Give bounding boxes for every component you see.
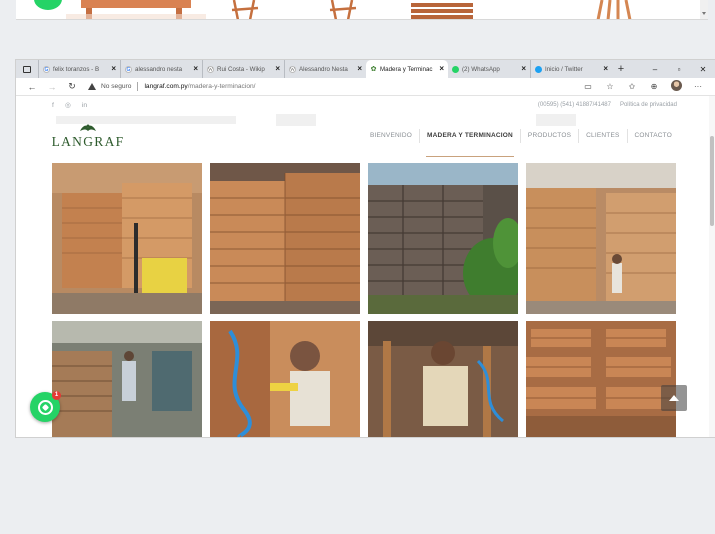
toolbar-icons: ▭ ☆ ✩ ⊕ ··· <box>577 80 709 93</box>
tab-whatsapp[interactable]: (2) WhatsApp × <box>448 60 530 78</box>
gallery-photo-worker-air-tool[interactable] <box>210 321 360 437</box>
plus-icon: + <box>617 63 625 75</box>
tab-title: felix toranzos - B <box>53 65 100 73</box>
whatsapp-chat-button[interactable]: 1 <box>30 391 61 422</box>
facebook-icon[interactable]: f <box>52 102 54 109</box>
browser-window: G felix toranzos - B × G alessandro nest… <box>16 60 715 437</box>
chair-image-fragment <box>329 0 357 19</box>
tab-actions-button[interactable] <box>16 60 38 78</box>
close-icon[interactable]: × <box>111 65 116 73</box>
url-host: langraf.com.py <box>144 83 188 90</box>
google-icon: G <box>43 65 50 73</box>
tab-strip: G felix toranzos - B × G alessandro nest… <box>16 60 715 78</box>
linkedin-icon[interactable]: in <box>82 102 87 109</box>
tab-title: Alessandro Nesta <box>299 65 348 73</box>
tab-title: alessandro nesta <box>135 65 183 73</box>
wikipedia-icon: W <box>289 65 296 73</box>
minimize-button[interactable]: – <box>643 60 667 78</box>
scroll-to-top-button[interactable] <box>661 385 687 411</box>
close-icon[interactable]: × <box>275 65 280 73</box>
close-window-button[interactable]: ✕ <box>691 60 715 78</box>
close-icon[interactable]: × <box>439 65 444 73</box>
menu-item-contacto[interactable]: CONTACTO <box>626 129 679 143</box>
profile-icon <box>670 80 682 91</box>
tab-alessandro-nesta-search[interactable]: G alessandro nesta × <box>120 60 202 78</box>
menu-item-clientes[interactable]: CLIENTES <box>578 129 626 143</box>
scrollbar-thumb[interactable] <box>710 136 714 226</box>
profile-button[interactable] <box>665 80 687 93</box>
whatsapp-icon <box>37 399 53 415</box>
url-path: /madera-y-terminacion/ <box>187 83 256 90</box>
forward-button[interactable]: → <box>42 82 62 92</box>
collections-icon[interactable]: ⊕ <box>643 82 665 91</box>
gallery-photo-lumber-worker[interactable] <box>526 163 676 314</box>
tab-felix-toranzos[interactable]: G felix toranzos - B × <box>38 60 120 78</box>
tab-title: (2) WhatsApp <box>462 65 500 73</box>
phone-number: (00595) (541) 41887/41487 <box>537 102 611 108</box>
window-controls: – ▫ ✕ <box>643 60 715 78</box>
twitter-icon <box>535 65 542 73</box>
previous-page-strip <box>16 0 708 20</box>
gallery-photo-chair-assembly[interactable] <box>368 321 518 437</box>
tab-madera-y-terminacion[interactable]: ✿ Madera y Terminac × <box>366 60 448 78</box>
maximize-button[interactable]: ▫ <box>667 60 691 78</box>
close-icon[interactable]: × <box>603 65 608 73</box>
gallery-photo-lumber-forklift[interactable] <box>52 163 202 314</box>
site-header: LANGRAF BIENVENIDO MADERA Y TERMINACION … <box>16 114 715 158</box>
tab-title: Rui Costa - Wikip <box>217 65 265 73</box>
tab-title: Inicio / Twitter <box>545 65 583 73</box>
google-icon: G <box>125 65 132 73</box>
refresh-button[interactable]: ↻ <box>62 81 82 92</box>
notification-badge: 1 <box>52 391 61 400</box>
table-image-fragment <box>66 0 206 19</box>
bench-image-fragment <box>411 3 473 19</box>
gallery-photo-wooden-pallets[interactable] <box>368 163 518 314</box>
scroll-down-arrow[interactable] <box>700 0 708 19</box>
tab-alessandro-nesta-wiki[interactable]: W Alessandro Nesta × <box>284 60 366 78</box>
more-icon[interactable]: ··· <box>687 82 709 91</box>
site-topbar: f ◎ in (00595) (541) 41887/41487 Polític… <box>16 96 715 114</box>
new-tab-button[interactable]: + <box>612 60 630 78</box>
security-label[interactable]: No seguro <box>101 83 131 90</box>
langraf-icon: ✿ <box>370 65 377 73</box>
privacy-link[interactable]: Política de privacidad <box>620 102 677 108</box>
tab-rui-costa[interactable]: W Rui Costa - Wikip × <box>202 60 284 78</box>
instagram-icon[interactable]: ◎ <box>65 101 71 109</box>
whatsapp-icon <box>34 0 62 10</box>
favorites-list-icon[interactable]: ✩ <box>621 82 643 91</box>
reader-icon[interactable]: ▭ <box>577 82 599 91</box>
menu-item-bienvenido[interactable]: BIENVENIDO <box>363 129 419 143</box>
menu-item-madera-y-terminacion[interactable]: MADERA Y TERMINACION <box>419 129 520 157</box>
tab-actions-icon <box>23 65 31 73</box>
close-icon[interactable]: × <box>193 65 198 73</box>
gallery-photo-finished-tables[interactable] <box>526 321 676 437</box>
whatsapp-icon <box>452 65 459 73</box>
close-icon[interactable]: × <box>521 65 526 73</box>
back-button[interactable]: ← <box>22 82 42 92</box>
gallery-photo-workshop-shelves[interactable] <box>52 321 202 437</box>
close-icon[interactable]: × <box>357 65 362 73</box>
page-scrollbar[interactable] <box>709 96 715 437</box>
gallery-photo-lumber-warehouse[interactable] <box>210 163 360 314</box>
browser-toolbar: ← → ↻ No seguro langraf.com.py/madera-y-… <box>16 78 715 96</box>
warning-icon <box>88 83 96 90</box>
tab-title: Madera y Terminac <box>380 65 433 73</box>
main-menu: BIENVENIDO MADERA Y TERMINACION PRODUCTO… <box>363 129 679 157</box>
header-ghost-overlay <box>56 114 576 126</box>
wikipedia-icon: W <box>207 65 214 73</box>
web-page: f ◎ in (00595) (541) 41887/41487 Polític… <box>16 96 715 437</box>
logo-text: LANGRAF <box>51 133 125 149</box>
tab-twitter[interactable]: Inicio / Twitter × <box>530 60 612 78</box>
menu-item-productos[interactable]: PRODUCTOS <box>519 129 578 143</box>
address-divider <box>137 82 139 91</box>
favorite-icon[interactable]: ☆ <box>599 82 621 91</box>
address-bar[interactable]: No seguro langraf.com.py/madera-y-termin… <box>88 80 577 94</box>
chair-image-fragment <box>231 0 259 19</box>
chair-image-fragment <box>596 0 632 19</box>
